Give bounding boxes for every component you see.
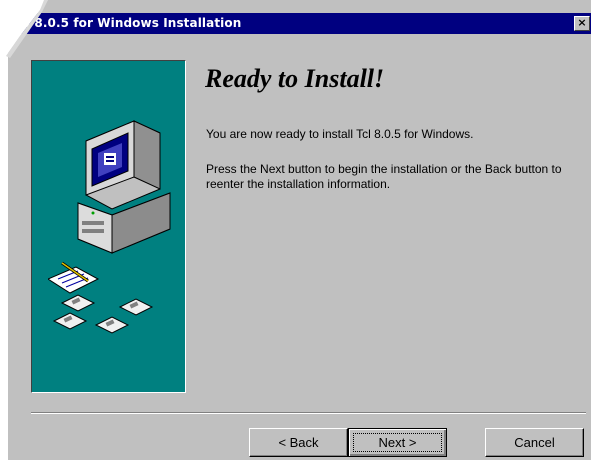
computer-illustration-icon <box>48 120 171 334</box>
close-button[interactable]: × <box>574 16 590 31</box>
next-button[interactable]: Next > <box>348 428 447 457</box>
instructions-text: Press the Next button to begin the insta… <box>206 162 562 191</box>
installer-dialog: Tcl 8.0.5 for Windows Installation × Rea… <box>0 0 591 460</box>
ready-message: You are now ready to install Tcl 8.0.5 f… <box>206 127 474 141</box>
close-icon: × <box>577 16 587 29</box>
cancel-button[interactable]: Cancel <box>485 428 584 457</box>
back-button[interactable]: < Back <box>249 428 348 457</box>
page-title: Ready to Install! <box>205 64 385 93</box>
title-bar[interactable]: Tcl 8.0.5 for Windows Installation × <box>8 13 591 34</box>
cancel-button-label: Cancel <box>514 435 555 450</box>
next-button-label: Next > <box>378 435 417 450</box>
back-button-label: < Back <box>278 435 319 450</box>
side-panel <box>31 60 186 393</box>
footer-divider <box>31 412 586 414</box>
